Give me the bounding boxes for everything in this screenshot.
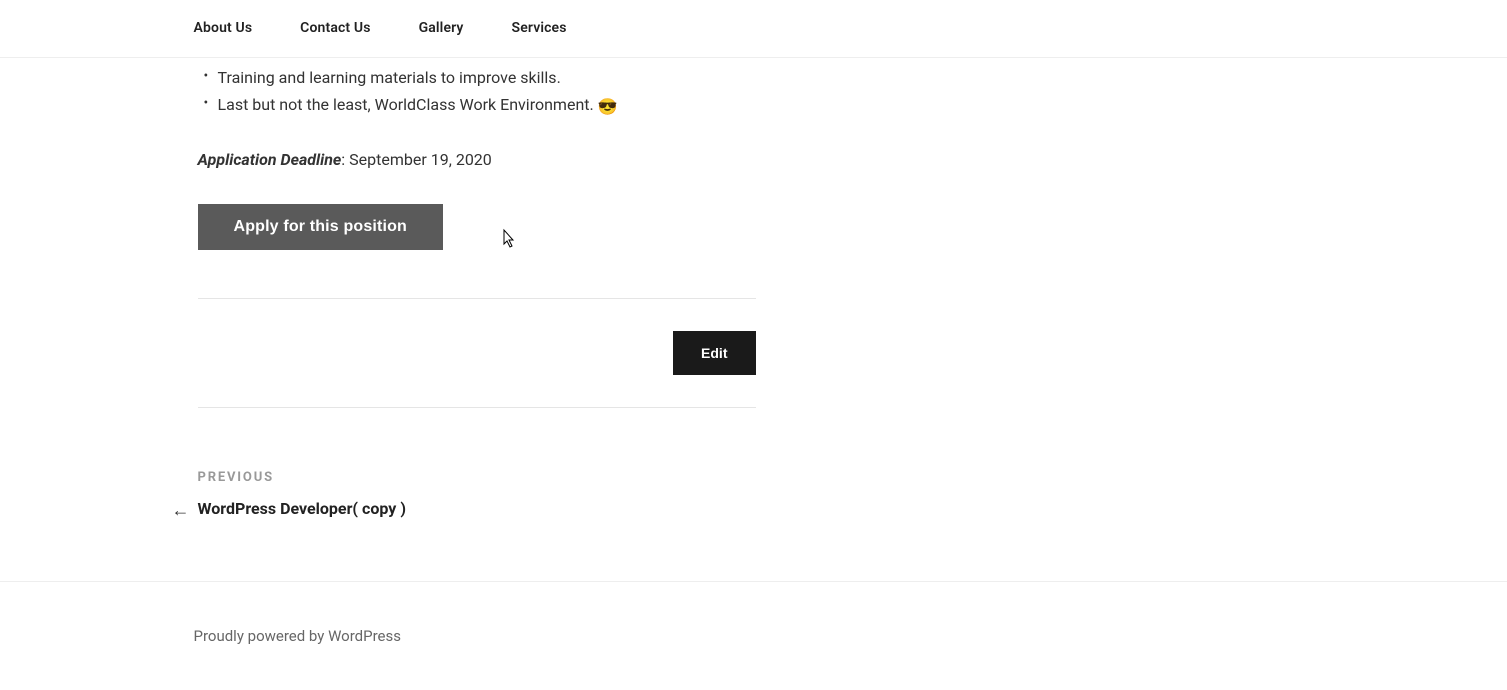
- deadline-label: Application Deadline: [198, 150, 342, 169]
- nav-item-about[interactable]: About Us: [194, 0, 253, 57]
- application-deadline: Application Deadline: September 19, 2020: [198, 148, 756, 172]
- nav-item-contact[interactable]: Contact Us: [300, 0, 370, 57]
- sunglasses-emoji-icon: 😎: [598, 95, 618, 120]
- benefits-list: Training and learning materials to impro…: [198, 66, 756, 120]
- edit-button[interactable]: Edit: [673, 331, 755, 375]
- divider: [198, 407, 756, 408]
- content-wrap: Training and learning materials to impro…: [154, 58, 1354, 521]
- list-item-text: Last but not the least, WorldClass Work …: [218, 95, 598, 114]
- edit-row: Edit: [198, 331, 756, 375]
- previous-post-nav[interactable]: PREVIOUS ← WordPress Developer( copy ): [198, 468, 756, 522]
- deadline-value: : September 19, 2020: [341, 150, 492, 169]
- previous-link[interactable]: ← WordPress Developer( copy ): [198, 497, 406, 521]
- top-nav: About Us Contact Us Gallery Services: [0, 0, 1507, 58]
- previous-label: PREVIOUS: [198, 468, 756, 488]
- nav-item-gallery[interactable]: Gallery: [419, 0, 464, 57]
- previous-title: WordPress Developer( copy ): [198, 499, 406, 518]
- arrow-left-icon: ←: [172, 497, 190, 524]
- divider: [198, 298, 756, 299]
- main-content: Training and learning materials to impro…: [194, 58, 756, 521]
- list-item: Training and learning materials to impro…: [198, 66, 756, 91]
- footer-credit-link[interactable]: Proudly powered by WordPress: [194, 627, 401, 645]
- list-item-text: Training and learning materials to impro…: [218, 68, 561, 87]
- site-footer: Proudly powered by WordPress: [0, 581, 1507, 690]
- nav-item-services[interactable]: Services: [512, 0, 567, 57]
- footer-container: Proudly powered by WordPress: [154, 624, 1354, 648]
- list-item: Last but not the least, WorldClass Work …: [198, 93, 756, 120]
- apply-button[interactable]: Apply for this position: [198, 204, 443, 250]
- nav-container: About Us Contact Us Gallery Services: [154, 0, 1354, 57]
